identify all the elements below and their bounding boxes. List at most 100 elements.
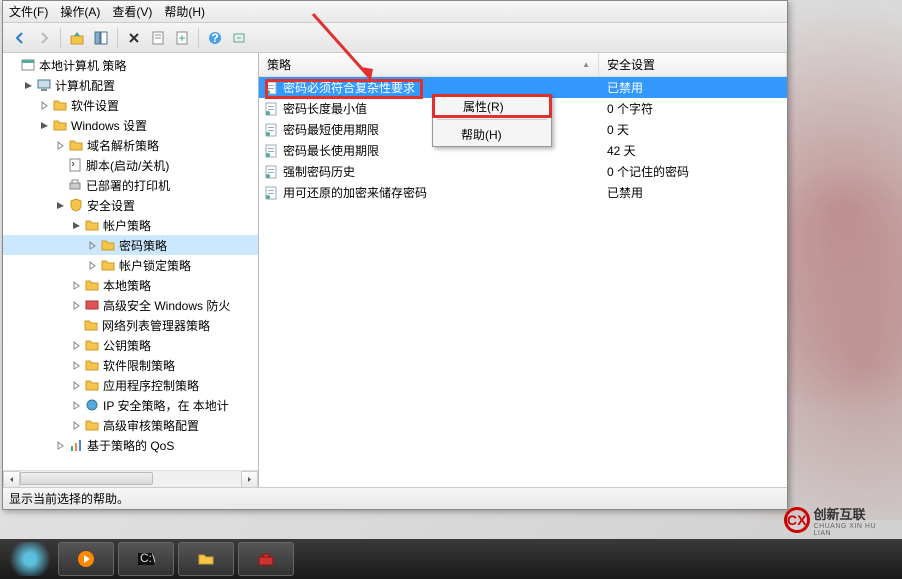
- expander-closed-icon: [69, 298, 83, 312]
- tree-panel: 本地计算机 策略 计算机配置 软件设置 Windows 设置: [3, 53, 259, 487]
- svg-text:?: ?: [211, 31, 218, 45]
- column-header-setting[interactable]: 安全设置: [599, 53, 787, 76]
- tree-root[interactable]: 本地计算机 策略: [3, 55, 258, 75]
- tree-password-policy[interactable]: 密码策略: [3, 235, 258, 255]
- tree[interactable]: 本地计算机 策略 计算机配置 软件设置 Windows 设置: [3, 53, 258, 470]
- taskbar-cmd[interactable]: C:\: [118, 542, 174, 576]
- column-header-policy[interactable]: 策略 ▲: [259, 53, 599, 76]
- folder-icon: [100, 257, 116, 273]
- expander-closed-icon: [69, 358, 83, 372]
- export-button[interactable]: [171, 27, 193, 49]
- folder-icon: [84, 217, 100, 233]
- tree-app-control[interactable]: 应用程序控制策略: [3, 375, 258, 395]
- menu-action[interactable]: 操作(A): [60, 3, 100, 20]
- expander-closed-icon: [53, 438, 67, 452]
- folder-icon: [84, 357, 100, 373]
- policy-item-icon: [263, 164, 279, 180]
- list-row[interactable]: 强制密码历史 0 个记住的密码: [259, 161, 787, 182]
- properties-button[interactable]: [147, 27, 169, 49]
- toolbar-separator: [198, 28, 199, 48]
- watermark-logo: CX 创新互联 CHUANG XIN HU LIAN: [784, 505, 894, 535]
- ipsec-icon: [84, 397, 100, 413]
- policy-value: 0 天: [599, 121, 787, 138]
- folder-icon: [84, 337, 100, 353]
- tree-label: 帐户锁定策略: [119, 257, 191, 274]
- statusbar: 显示当前选择的帮助。: [3, 487, 787, 509]
- tree-label: 软件设置: [71, 97, 119, 114]
- tree-label: 基于策略的 QoS: [87, 437, 174, 454]
- tree-software-restrict[interactable]: 软件限制策略: [3, 355, 258, 375]
- tree-nlm[interactable]: 网络列表管理器策略: [3, 315, 258, 335]
- policy-item-icon: [263, 143, 279, 159]
- logo-text: 创新互联: [814, 504, 894, 523]
- tree-audit[interactable]: 高级审核策略配置: [3, 415, 258, 435]
- scroll-left-button[interactable]: [3, 471, 20, 488]
- tree-label: 高级审核策略配置: [103, 417, 199, 434]
- policy-name: 密码长度最小值: [283, 100, 367, 117]
- taskbar-toolbox[interactable]: [238, 542, 294, 576]
- refresh-button[interactable]: [228, 27, 250, 49]
- menu-file[interactable]: 文件(F): [9, 3, 48, 20]
- toolbar: ?: [3, 23, 787, 53]
- tree-label: 本地策略: [103, 277, 151, 294]
- tree-hscrollbar[interactable]: [3, 470, 258, 487]
- expander-closed-icon: [85, 238, 99, 252]
- policy-value: 0 个字符: [599, 100, 787, 117]
- tree-label: 网络列表管理器策略: [102, 317, 210, 334]
- policy-name: 强制密码历史: [283, 163, 355, 180]
- policy-name: 密码最长使用期限: [283, 142, 379, 159]
- expander-open-icon: [21, 78, 35, 92]
- forward-button[interactable]: [33, 27, 55, 49]
- tree-security[interactable]: 安全设置: [3, 195, 258, 215]
- context-menu-separator: [437, 119, 547, 120]
- folder-icon: [84, 377, 100, 393]
- qos-icon: [68, 437, 84, 453]
- back-button[interactable]: [9, 27, 31, 49]
- start-button[interactable]: [6, 542, 54, 576]
- tree-label: Windows 设置: [71, 117, 147, 134]
- list-row[interactable]: 用可还原的加密来储存密码已禁用: [259, 182, 787, 203]
- expander-closed-icon: [69, 338, 83, 352]
- sort-indicator-icon: ▲: [582, 60, 590, 69]
- taskbar-explorer[interactable]: [178, 542, 234, 576]
- taskbar[interactable]: C:\: [0, 539, 902, 579]
- scroll-track[interactable]: [20, 471, 241, 488]
- tree-scripts[interactable]: 脚本(启动/关机): [3, 155, 258, 175]
- tree-local-policy[interactable]: 本地策略: [3, 275, 258, 295]
- security-icon: [68, 197, 84, 213]
- expander-closed-icon: [53, 138, 67, 152]
- show-hide-tree-button[interactable]: [90, 27, 112, 49]
- up-button[interactable]: [66, 27, 88, 49]
- tree-computer-config[interactable]: 计算机配置: [3, 75, 258, 95]
- tree-printers[interactable]: 已部署的打印机: [3, 175, 258, 195]
- menu-help[interactable]: 帮助(H): [164, 3, 205, 20]
- scroll-thumb[interactable]: [20, 472, 153, 485]
- tree-ipsec[interactable]: IP 安全策略，在 本地计: [3, 395, 258, 415]
- scroll-right-button[interactable]: [241, 471, 258, 488]
- policy-item-icon: [263, 101, 279, 117]
- svg-text:C:\: C:\: [140, 551, 156, 565]
- tree-wfas[interactable]: 高级安全 Windows 防火: [3, 295, 258, 315]
- expander-open-icon: [53, 198, 67, 212]
- help-button[interactable]: ?: [204, 27, 226, 49]
- context-menu-properties[interactable]: 属性(R): [432, 94, 552, 118]
- tree-qos[interactable]: 基于策略的 QoS: [3, 435, 258, 455]
- tree-dns[interactable]: 域名解析策略: [3, 135, 258, 155]
- context-menu-help[interactable]: 帮助(H): [433, 122, 551, 146]
- toolbar-separator: [117, 28, 118, 48]
- policy-name: 密码必须符合复杂性要求: [283, 79, 415, 96]
- column-label: 策略: [267, 56, 291, 73]
- policy-value: 0 个记住的密码: [599, 163, 787, 180]
- tree-windows-settings[interactable]: Windows 设置: [3, 115, 258, 135]
- taskbar-media-player[interactable]: [58, 542, 114, 576]
- tree-software-settings[interactable]: 软件设置: [3, 95, 258, 115]
- tree-public-key[interactable]: 公钥策略: [3, 335, 258, 355]
- folder-icon: [68, 137, 84, 153]
- tree-label: 计算机配置: [55, 77, 115, 94]
- delete-button[interactable]: [123, 27, 145, 49]
- tree-account-policy[interactable]: 帐户策略: [3, 215, 258, 235]
- tree-lockout-policy[interactable]: 帐户锁定策略: [3, 255, 258, 275]
- menu-view[interactable]: 查看(V): [112, 3, 152, 20]
- expander-closed-icon: [69, 278, 83, 292]
- tree-label: 软件限制策略: [103, 357, 175, 374]
